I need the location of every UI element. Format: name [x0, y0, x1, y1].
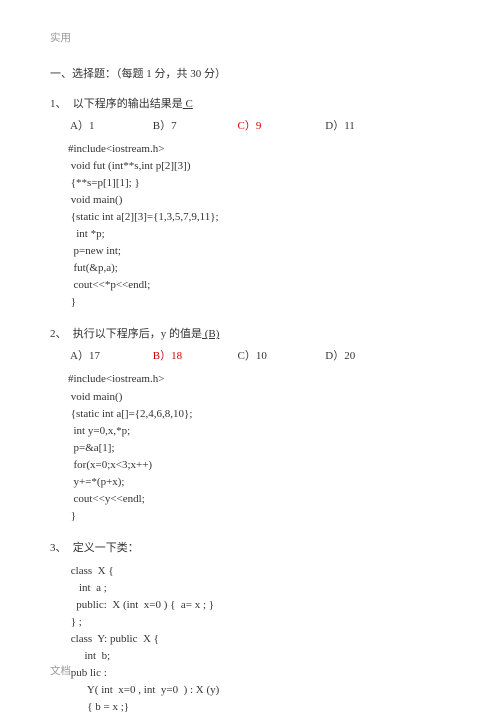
q1-opt-a: A）1 — [70, 117, 150, 133]
q2-answer-blank: (B) — [202, 328, 219, 340]
q1-stem: 1、 以下程序的输出结果是 C — [50, 95, 450, 111]
q1-code: #include<iostream.h> void fut (int**s,in… — [68, 141, 450, 311]
q2-opt-d: D）20 — [325, 347, 375, 363]
q2-stem-text: 执行以下程序后，y 的值是 — [73, 328, 202, 340]
footer-label: 文档 — [50, 663, 71, 678]
code-line: public: X (int x=0 ) { a= x ; } — [68, 597, 450, 614]
code-line: int *p; — [68, 226, 450, 243]
code-line: class X { — [68, 563, 450, 580]
code-line: } — [68, 508, 450, 525]
header-label: 实用 — [50, 30, 450, 45]
code-line: void main() — [68, 192, 450, 209]
q2-opt-b: B）18 — [153, 347, 235, 363]
q2-stem: 2、 执行以下程序后，y 的值是 (B) — [50, 325, 450, 341]
q2-options: A）17 B）18 C）10 D）20 — [50, 347, 450, 363]
section-title: 一、选择题：（每题 1 分，共 30 分） — [50, 65, 450, 81]
q3-code: class X { int a ; public: X (int x=0 ) {… — [68, 563, 450, 716]
q1-stem-text: 以下程序的输出结果是 — [73, 98, 183, 110]
code-line: int y=0,x,*p; — [68, 423, 450, 440]
q3-stem: 3、 定义一下类： — [50, 539, 450, 555]
code-line: {static int a[]={2,4,6,8,10}; — [68, 406, 450, 423]
code-line: #include<iostream.h> — [68, 141, 450, 158]
code-line: for(x=0;x<3;x++) — [68, 457, 450, 474]
code-line: y+=*(p+x); — [68, 474, 450, 491]
q2-opt-c: C）10 — [238, 347, 323, 363]
code-line: } ; — [68, 614, 450, 631]
code-line: int b; — [68, 648, 450, 665]
code-line: class Y: public X { — [68, 631, 450, 648]
q3-number: 3、 — [50, 539, 70, 555]
code-line: pub lic : — [68, 665, 450, 682]
q1-answer-blank: C — [183, 98, 193, 110]
q1-opt-c: C）9 — [238, 117, 323, 133]
q1-options: A）1 B）7 C）9 D）11 — [50, 117, 450, 133]
code-line: Y( int x=0 , int y=0 ) : X (y) — [68, 682, 450, 699]
code-line: void fut (int**s,int p[2][3]) — [68, 158, 450, 175]
q2-code: #include<iostream.h> void main() {static… — [68, 371, 450, 524]
code-line: {static int a[2][3]={1,3,5,7,9,11}; — [68, 209, 450, 226]
q2-opt-a: A）17 — [70, 347, 150, 363]
q3-stem-text: 定义一下类： — [73, 542, 139, 554]
code-line: void main() — [68, 389, 450, 406]
code-line: {**s=p[1][1]; } — [68, 175, 450, 192]
q1-opt-b: B）7 — [153, 117, 235, 133]
code-line: cout<<y<<endl; — [68, 491, 450, 508]
code-line: fut(&p,a); — [68, 260, 450, 277]
code-line: #include<iostream.h> — [68, 371, 450, 388]
code-line: cout<<*p<<endl; — [68, 277, 450, 294]
code-line: int a ; — [68, 580, 450, 597]
code-line: p=&a[1]; — [68, 440, 450, 457]
code-line: p=new int; — [68, 243, 450, 260]
q1-number: 1、 — [50, 95, 70, 111]
code-line: } — [68, 294, 450, 311]
q2-number: 2、 — [50, 325, 70, 341]
code-line: { b = x ;} — [68, 699, 450, 716]
q1-opt-d: D）11 — [325, 117, 375, 133]
